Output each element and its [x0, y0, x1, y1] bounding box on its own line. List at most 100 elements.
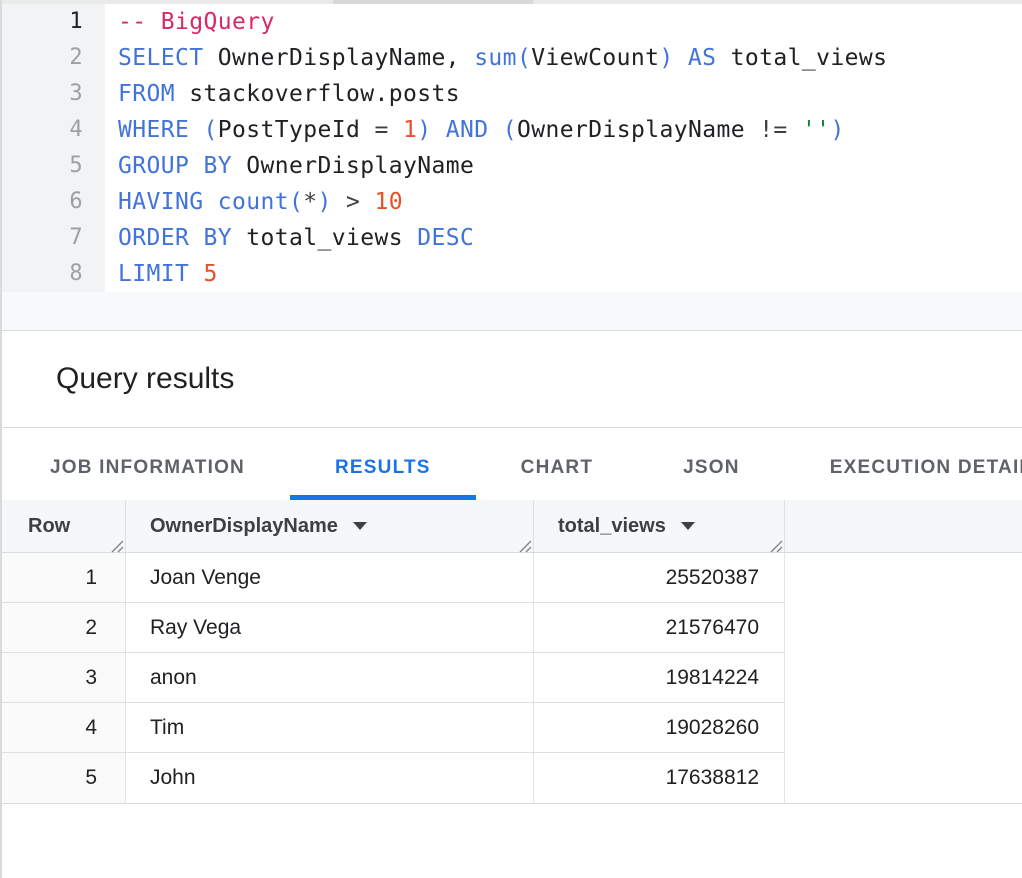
tab-label: JOB INFORMATION [50, 457, 245, 479]
total-views-cell: 19028260 [534, 703, 785, 752]
code-token: ViewCount [531, 45, 659, 71]
code-token: SELECT [118, 45, 203, 71]
code-token: OwnerDisplayName [517, 117, 759, 143]
tab-label: CHART [521, 457, 594, 479]
code-token [189, 117, 203, 143]
column-menu-triangle-down-icon[interactable] [681, 522, 695, 530]
code-token: 1 [403, 117, 417, 143]
code-token: PostTypeId [218, 117, 375, 143]
code-token: stackoverflow.posts [175, 81, 460, 107]
results-tab-bar: JOB INFORMATION RESULTS CHART JSON EXECUTION… [0, 427, 1022, 500]
line-content: GROUP BY OwnerDisplayName [105, 148, 474, 184]
owner-name-cell: John [126, 753, 534, 803]
column-header-total_views: total_views [534, 500, 785, 552]
code-token: ( [204, 117, 218, 143]
line-content: SELECT OwnerDisplayName, sum(ViewCount) … [105, 40, 887, 76]
table-row: 3anon19814224 [0, 653, 785, 703]
code-token: > [332, 189, 375, 215]
tab-label: EXECUTION DETAILS [830, 457, 1022, 479]
code-line-4[interactable]: 4WHERE (PostTypeId = 1) AND (OwnerDispla… [0, 112, 1022, 148]
header-filler [785, 500, 1022, 552]
line-number: 5 [0, 148, 105, 184]
code-token: count [203, 189, 288, 215]
code-token: OwnerDisplayName, [203, 45, 474, 71]
table-row: 2Ray Vega21576470 [0, 603, 785, 653]
sql-editor[interactable]: 1-- BigQuery2SELECT OwnerDisplayName, su… [0, 4, 1022, 292]
column-resize-grip-icon[interactable] [769, 536, 783, 550]
tab-json[interactable]: JSON [638, 428, 785, 500]
line-number: 1 [0, 4, 105, 40]
row-number-cell: 2 [0, 603, 126, 652]
code-token: WHERE [118, 117, 189, 143]
code-token: ( [289, 189, 303, 215]
column-menu-triangle-down-icon[interactable] [353, 522, 367, 530]
code-line-5[interactable]: 5GROUP BY OwnerDisplayName [0, 148, 1022, 184]
total-views-cell: 19814224 [534, 653, 785, 702]
code-line-2[interactable]: 2SELECT OwnerDisplayName, sum(ViewCount)… [0, 40, 1022, 76]
code-token: ORDER BY [118, 225, 232, 251]
code-line-3[interactable]: 3FROM stackoverflow.posts [0, 76, 1022, 112]
line-content: -- BigQuery [105, 4, 275, 40]
line-number: 4 [0, 112, 105, 148]
query-results-header: Query results [0, 331, 1022, 427]
line-content: FROM stackoverflow.posts [105, 76, 460, 112]
table-row: 5John17638812 [0, 753, 785, 803]
tab-job-information[interactable]: JOB INFORMATION [0, 428, 290, 500]
code-line-8[interactable]: 8LIMIT 5 [0, 256, 1022, 292]
total-views-cell: 25520387 [534, 553, 785, 602]
panel-divider [0, 292, 1022, 331]
code-token: sum [474, 45, 517, 71]
tab-label: RESULTS [335, 457, 431, 479]
code-token: ) [317, 189, 331, 215]
column-label: Row [28, 515, 70, 538]
line-content: ORDER BY total_views DESC [105, 220, 474, 256]
line-number: 8 [0, 256, 105, 292]
code-token: ( [517, 45, 531, 71]
column-resize-grip-icon[interactable] [110, 536, 124, 550]
code-token: LIMIT [118, 261, 189, 287]
code-lines: 1-- BigQuery2SELECT OwnerDisplayName, su… [0, 4, 1022, 292]
column-resize-grip-icon[interactable] [518, 536, 532, 550]
owner-name-cell: Joan Venge [126, 553, 534, 602]
code-token: ) [659, 45, 673, 71]
code-token: * [303, 189, 317, 215]
row-number-cell: 3 [0, 653, 126, 702]
line-content: WHERE (PostTypeId = 1) AND (OwnerDisplay… [105, 112, 845, 148]
line-number: 7 [0, 220, 105, 256]
code-token: '' [802, 117, 831, 143]
table-header-row: Row OwnerDisplayName total_views [0, 500, 1022, 553]
code-token: 5 [189, 261, 218, 287]
panel-left-edge [0, 0, 2, 878]
code-token: total_views [232, 225, 403, 251]
tab-execution-details[interactable]: EXECUTION DETAILS [785, 428, 1022, 500]
row-number-cell: 1 [0, 553, 126, 602]
code-line-6[interactable]: 6HAVING count(*) > 10 [0, 184, 1022, 220]
total-views-cell: 21576470 [534, 603, 785, 652]
column-header-row: Row [0, 500, 126, 552]
line-content: HAVING count(*) > 10 [105, 184, 403, 220]
table-bottom-border [0, 803, 1022, 804]
owner-name-cell: Ray Vega [126, 603, 534, 652]
line-content: LIMIT 5 [105, 256, 218, 292]
tab-chart[interactable]: CHART [476, 428, 639, 500]
code-token: OwnerDisplayName [232, 153, 474, 179]
line-number: 6 [0, 184, 105, 220]
code-line-7[interactable]: 7ORDER BY total_views DESC [0, 220, 1022, 256]
code-token [488, 117, 502, 143]
code-token: HAVING [118, 189, 203, 215]
tab-results[interactable]: RESULTS [290, 428, 476, 500]
code-token: ( [503, 117, 517, 143]
line-number: 3 [0, 76, 105, 112]
owner-name-cell: Tim [126, 703, 534, 752]
code-token: = [374, 117, 403, 143]
line-number: 2 [0, 40, 105, 76]
column-label: OwnerDisplayName [150, 515, 338, 538]
code-line-1[interactable]: 1-- BigQuery [0, 4, 1022, 40]
row-number-cell: 4 [0, 703, 126, 752]
column-label: total_views [558, 515, 666, 538]
table-body: 1Joan Venge255203872Ray Vega215764703ano… [0, 553, 1022, 803]
column-header-ownerdisplayname: OwnerDisplayName [126, 500, 534, 552]
scrollbar-thumb[interactable] [333, 0, 533, 4]
bigquery-query-panel: 1-- BigQuery2SELECT OwnerDisplayName, su… [0, 0, 1022, 878]
horizontal-scrollbar[interactable] [0, 0, 1022, 4]
